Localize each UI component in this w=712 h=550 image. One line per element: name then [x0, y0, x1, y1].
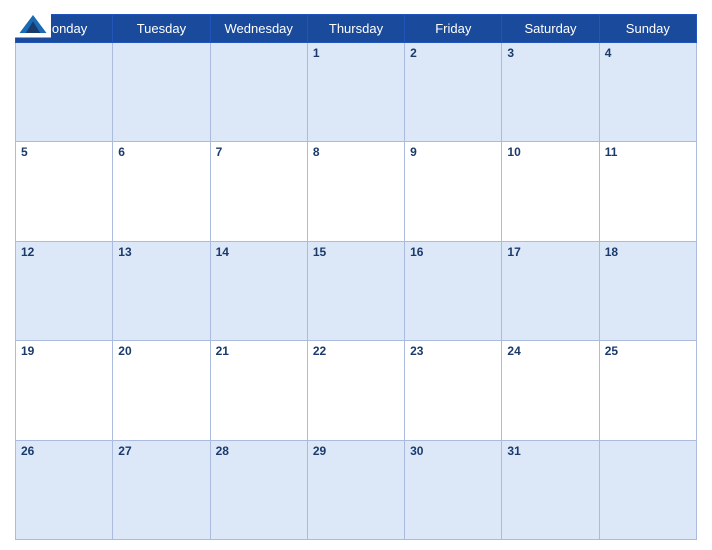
calendar-cell: 27 — [113, 440, 210, 539]
weekday-header-friday: Friday — [405, 15, 502, 43]
logo — [15, 10, 51, 38]
day-number: 22 — [313, 344, 326, 358]
calendar-cell: 24 — [502, 341, 599, 440]
calendar-cell: 11 — [599, 142, 696, 241]
day-number: 31 — [507, 444, 520, 458]
calendar-cell — [16, 43, 113, 142]
day-number: 26 — [21, 444, 34, 458]
day-number: 29 — [313, 444, 326, 458]
calendar-cell: 7 — [210, 142, 307, 241]
calendar-cell: 9 — [405, 142, 502, 241]
calendar-cell: 3 — [502, 43, 599, 142]
day-number: 9 — [410, 145, 417, 159]
calendar-week-row: 19 20 21 22 23 24 25 — [16, 341, 697, 440]
calendar-cell: 31 — [502, 440, 599, 539]
calendar-cell: 23 — [405, 341, 502, 440]
calendar-cell: 20 — [113, 341, 210, 440]
calendar-cell: 29 — [307, 440, 404, 539]
weekday-header-saturday: Saturday — [502, 15, 599, 43]
calendar-cell: 6 — [113, 142, 210, 241]
day-number: 4 — [605, 46, 612, 60]
weekday-header-row: MondayTuesdayWednesdayThursdayFridaySatu… — [16, 15, 697, 43]
calendar-week-row: 5 6 7 8 9 10 11 — [16, 142, 697, 241]
day-number: 11 — [605, 145, 618, 159]
day-number: 27 — [118, 444, 131, 458]
calendar-cell: 18 — [599, 241, 696, 340]
day-number: 17 — [507, 245, 520, 259]
calendar-cell: 2 — [405, 43, 502, 142]
calendar-cell: 25 — [599, 341, 696, 440]
calendar-week-row: 1 2 3 4 — [16, 43, 697, 142]
day-number: 7 — [216, 145, 223, 159]
weekday-header-wednesday: Wednesday — [210, 15, 307, 43]
day-number: 25 — [605, 344, 618, 358]
day-number: 10 — [507, 145, 520, 159]
day-number: 2 — [410, 46, 417, 60]
day-number: 5 — [21, 145, 28, 159]
day-number: 30 — [410, 444, 423, 458]
calendar-cell: 14 — [210, 241, 307, 340]
day-number: 20 — [118, 344, 131, 358]
calendar-cell: 19 — [16, 341, 113, 440]
calendar-cell: 4 — [599, 43, 696, 142]
day-number: 18 — [605, 245, 618, 259]
calendar-cell: 13 — [113, 241, 210, 340]
calendar-cell: 17 — [502, 241, 599, 340]
day-number: 3 — [507, 46, 514, 60]
calendar-cell — [113, 43, 210, 142]
weekday-header-tuesday: Tuesday — [113, 15, 210, 43]
day-number: 12 — [21, 245, 34, 259]
calendar-cell: 22 — [307, 341, 404, 440]
calendar-cell: 15 — [307, 241, 404, 340]
calendar-cell — [599, 440, 696, 539]
calendar-cell: 10 — [502, 142, 599, 241]
calendar-cell: 28 — [210, 440, 307, 539]
calendar-cell: 12 — [16, 241, 113, 340]
calendar-cell: 8 — [307, 142, 404, 241]
calendar-week-row: 12 13 14 15 16 17 18 — [16, 241, 697, 340]
calendar-body: 1234567891011121314151617181920212223242… — [16, 43, 697, 540]
day-number: 15 — [313, 245, 326, 259]
calendar-cell: 16 — [405, 241, 502, 340]
day-number: 24 — [507, 344, 520, 358]
calendar-cell: 1 — [307, 43, 404, 142]
calendar-cell: 21 — [210, 341, 307, 440]
calendar-cell: 26 — [16, 440, 113, 539]
calendar-cell — [210, 43, 307, 142]
day-number: 28 — [216, 444, 229, 458]
calendar-cell: 5 — [16, 142, 113, 241]
day-number: 21 — [216, 344, 229, 358]
calendar-week-row: 26 27 28 29 30 31 — [16, 440, 697, 539]
calendar-table: MondayTuesdayWednesdayThursdayFridaySatu… — [15, 14, 697, 540]
day-number: 19 — [21, 344, 34, 358]
day-number: 1 — [313, 46, 320, 60]
weekday-header-thursday: Thursday — [307, 15, 404, 43]
weekday-header-sunday: Sunday — [599, 15, 696, 43]
day-number: 14 — [216, 245, 229, 259]
day-number: 6 — [118, 145, 125, 159]
day-number: 8 — [313, 145, 320, 159]
calendar-cell: 30 — [405, 440, 502, 539]
day-number: 16 — [410, 245, 423, 259]
day-number: 23 — [410, 344, 423, 358]
day-number: 13 — [118, 245, 131, 259]
